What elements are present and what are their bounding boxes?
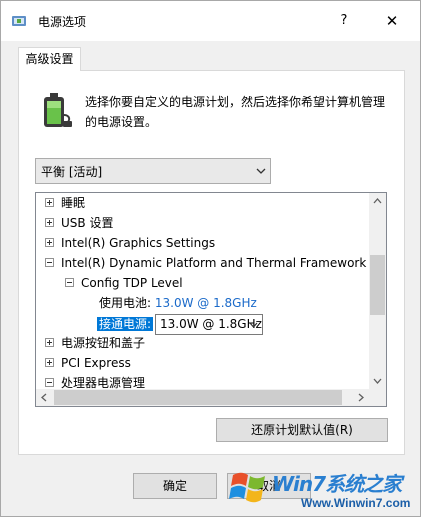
on-battery-label: 使用电池: bbox=[99, 296, 152, 310]
expander-minus-icon[interactable] bbox=[45, 378, 54, 387]
power-plan-dropdown[interactable]: 平衡 [活动] bbox=[35, 158, 271, 184]
watermark-url: Www.Winwin7.com bbox=[301, 496, 411, 510]
settings-tree[interactable]: 睡眠 USB 设置 Intel(R) Graphics Settings Int… bbox=[35, 192, 387, 407]
vertical-scrollbar[interactable] bbox=[369, 193, 386, 389]
tree-item-plugged-in[interactable]: 接通电源: bbox=[97, 314, 154, 334]
restore-defaults-button[interactable]: 还原计划默认值(R) bbox=[216, 418, 388, 442]
horizontal-scroll-thumb[interactable] bbox=[54, 390, 342, 405]
close-button[interactable]: ✕ bbox=[379, 10, 405, 32]
expander-plus-icon[interactable] bbox=[45, 238, 54, 247]
plugged-in-value: 13.0W @ 1.8GHz bbox=[160, 317, 262, 331]
scroll-right-arrow-icon[interactable] bbox=[352, 389, 369, 406]
expander-minus-icon[interactable] bbox=[65, 278, 74, 287]
window-title: 电源选项 bbox=[38, 15, 87, 29]
scrollbar-corner bbox=[369, 389, 386, 406]
tree-item-on-battery[interactable]: 使用电池: 13.0W @ 1.8GHz bbox=[99, 293, 257, 313]
scroll-down-arrow-icon[interactable] bbox=[369, 372, 386, 389]
ok-button[interactable]: 确定 bbox=[133, 473, 217, 499]
vertical-scroll-thumb[interactable] bbox=[370, 255, 385, 315]
scroll-left-arrow-icon[interactable] bbox=[36, 389, 53, 406]
on-battery-value-link[interactable]: 13.0W @ 1.8GHz bbox=[155, 296, 257, 310]
chevron-down-icon bbox=[256, 168, 266, 174]
battery-plug-icon bbox=[44, 93, 72, 127]
title-bar: 电源选项 ? ✕ bbox=[1, 1, 420, 41]
description-text: 选择你要自定义的电源计划，然后选择你希望计算机管理的电源设置。 bbox=[85, 95, 386, 129]
windows-logo-icon bbox=[229, 472, 265, 503]
power-options-icon bbox=[12, 16, 26, 26]
scroll-up-arrow-icon[interactable] bbox=[369, 193, 386, 210]
expander-minus-icon[interactable] bbox=[45, 258, 54, 267]
plugged-in-dropdown[interactable]: 13.0W @ 1.8GHz bbox=[155, 314, 263, 335]
expander-plus-icon[interactable] bbox=[45, 338, 54, 347]
plugged-in-label: 接通电源: bbox=[97, 317, 154, 331]
power-plan-value: 平衡 [活动] bbox=[41, 165, 103, 179]
expander-plus-icon[interactable] bbox=[45, 198, 54, 207]
horizontal-scrollbar[interactable] bbox=[36, 389, 369, 406]
tab-advanced-settings[interactable]: 高级设置 bbox=[18, 47, 81, 71]
chevron-down-icon bbox=[249, 322, 258, 328]
power-options-dialog: 电源选项 ? ✕ 高级设置 选择你要自定义的电源计划，然后选择你希望计算机管理的… bbox=[0, 0, 421, 517]
watermark-brand: Win7系统之家 bbox=[272, 472, 402, 496]
expander-plus-icon[interactable] bbox=[45, 358, 54, 367]
help-button[interactable]: ? bbox=[332, 10, 356, 32]
expander-plus-icon[interactable] bbox=[45, 218, 54, 227]
